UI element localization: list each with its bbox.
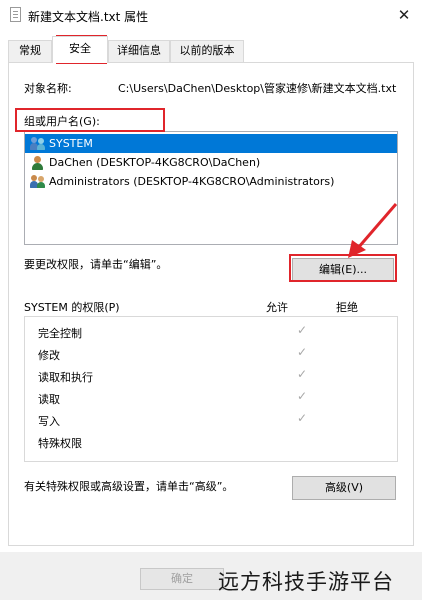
ok-button[interactable]: 确定 [140,568,224,590]
user-row-label: Administrators (DESKTOP-4KG8CRO\Administ… [49,175,335,188]
window-title: 新建文本文档.txt 属性 [28,10,149,24]
advanced-button[interactable]: 高级(V) [292,476,396,500]
permission-read: 读取 [38,393,60,406]
deny-column-header: 拒绝 [336,301,358,314]
users-group-icon [30,136,46,151]
permissions-header: SYSTEM 的权限(P) [24,301,120,314]
users-group-icon [30,174,46,189]
allow-check-icon: ✓ [297,389,308,403]
text-file-icon [10,7,21,22]
user-row-system[interactable]: SYSTEM [25,134,397,153]
allow-check-icon: ✓ [297,345,308,359]
allow-check-icon: ✓ [297,323,308,337]
object-name-value: C:\Users\DaChen\Desktop\管家速修\新建文本文档.txt [118,82,397,95]
title-bar: 新建文本文档.txt 属性 ✕ [0,0,422,30]
highlight-box-group-label [15,108,165,132]
permission-full-control: 完全控制 [38,327,82,340]
permission-modify: 修改 [38,349,60,362]
user-row-dachen[interactable]: DaChen (DESKTOP-4KG8CRO\DaChen) [25,153,397,172]
watermark-text: 远方科技手游平台 [218,570,394,594]
allow-check-icon: ✓ [297,367,308,381]
advanced-settings-hint: 有关特殊权限或高级设置，请单击“高级”。 [24,480,234,493]
object-name-label: 对象名称: [24,82,72,95]
annotation-arrow-icon [348,203,398,258]
permission-read-execute: 读取和执行 [38,371,93,384]
tab-details[interactable]: 详细信息 [108,40,170,62]
user-row-administrators[interactable]: Administrators (DESKTOP-4KG8CRO\Administ… [25,172,397,191]
user-row-label: DaChen (DESKTOP-4KG8CRO\DaChen) [49,156,261,169]
permission-write: 写入 [38,415,60,428]
user-icon [30,155,46,170]
permissions-list: 完全控制 ✓ 修改 ✓ 读取和执行 ✓ 读取 ✓ 写入 ✓ 特殊权限 [24,316,398,462]
allow-check-icon: ✓ [297,411,308,425]
tab-security[interactable]: 安全 [52,36,108,63]
close-button[interactable]: ✕ [392,4,416,26]
user-row-label: SYSTEM [49,137,93,150]
tab-previous-versions[interactable]: 以前的版本 [170,40,244,62]
allow-column-header: 允许 [266,301,288,314]
tab-general[interactable]: 常规 [8,40,52,62]
permission-special: 特殊权限 [38,437,82,450]
change-permissions-hint: 要更改权限，请单击“编辑”。 [24,258,168,271]
